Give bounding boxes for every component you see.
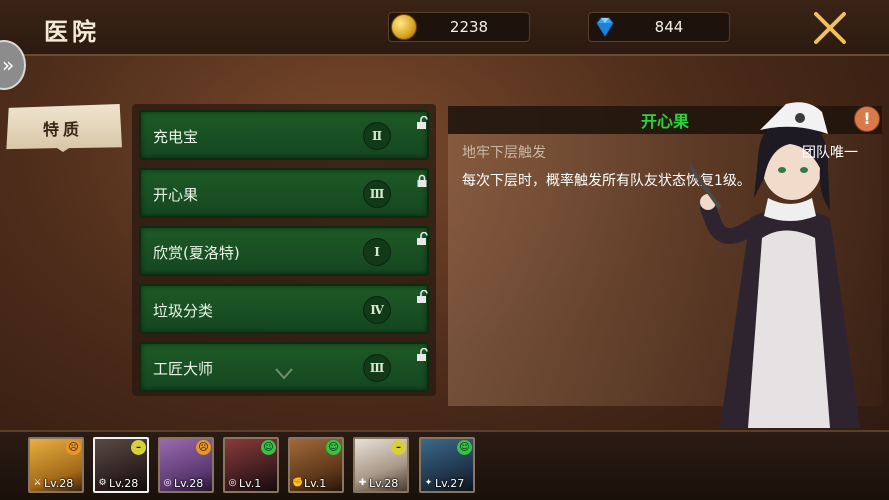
hero-level: Lv.28	[44, 477, 74, 490]
trait-name: 欣赏(夏洛特)	[153, 244, 240, 262]
staff-icon: ✚	[358, 478, 367, 488]
hero-slot-1[interactable]: ⚔ Lv.28 ☹	[28, 437, 84, 493]
page-title: 医院	[44, 18, 100, 46]
double-chevron-right-icon: »	[2, 53, 15, 77]
target-icon: ◎	[163, 478, 172, 488]
trait-item-4[interactable]: 垃圾分类 Ⅳ	[139, 284, 429, 334]
unlock-icon[interactable]	[415, 348, 429, 362]
tab-traits-label: 特质	[42, 120, 83, 139]
hero-slot-5[interactable]: ✊ Lv.1 ☺	[288, 437, 344, 493]
gear-icon: ⚙	[98, 478, 107, 488]
gem-counter: 844	[588, 12, 730, 42]
gem-value: 844	[654, 18, 684, 36]
mood-face-icon: ☺	[326, 440, 341, 455]
hero-level: Lv.27	[435, 477, 465, 490]
target-icon: ◎	[228, 478, 237, 488]
trait-item-2[interactable]: 开心果 Ⅲ	[139, 168, 429, 218]
sword-icon: ⚔	[33, 478, 42, 488]
trait-level-badge: Ⅲ	[363, 180, 391, 208]
unlock-icon[interactable]	[415, 116, 429, 130]
detail-trigger: 地牢下层触发	[462, 145, 546, 161]
hero-slot-3[interactable]: ◎ Lv.28 ☹	[158, 437, 214, 493]
mood-face-icon: –	[131, 440, 146, 455]
scroll-down-chevron-icon	[275, 368, 293, 380]
close-icon[interactable]	[810, 8, 850, 48]
mood-face-icon: ☹	[66, 440, 81, 455]
trait-name: 充电宝	[153, 128, 199, 146]
mood-face-icon: –	[391, 440, 406, 455]
hero-level: Lv.1	[304, 477, 327, 490]
detail-scope: 团队唯一	[802, 145, 858, 161]
hero-slot-7[interactable]: ✦ Lv.27 ☺	[419, 437, 475, 493]
trait-level-badge: Ⅱ	[363, 122, 391, 150]
hero-level: Lv.28	[109, 477, 139, 490]
mood-face-icon: ☺	[457, 440, 472, 455]
hero-level: Lv.1	[239, 477, 262, 490]
alert-info-icon[interactable]: !	[854, 106, 880, 132]
trait-level-badge: Ⅳ	[363, 296, 391, 324]
gold-counter: 2238	[388, 12, 530, 42]
hero-slot-4[interactable]: ◎ Lv.1 ☺	[223, 437, 279, 493]
trait-item-1[interactable]: 充电宝 Ⅱ	[139, 110, 429, 160]
wand-icon: ✦	[424, 478, 433, 488]
gold-value: 2238	[449, 18, 489, 36]
trait-level-badge: Ⅰ	[363, 238, 391, 266]
lock-icon[interactable]	[415, 174, 429, 188]
mood-face-icon: ☺	[261, 440, 276, 455]
hero-slot-2[interactable]: ⚙ Lv.28 –	[93, 437, 149, 493]
trait-level-badge: Ⅲ	[363, 354, 391, 382]
trait-name: 工匠大师	[153, 360, 214, 378]
trait-name: 开心果	[153, 186, 199, 204]
unlock-icon[interactable]	[415, 232, 429, 246]
mood-face-icon: ☹	[196, 440, 211, 455]
trait-name: 垃圾分类	[153, 302, 214, 320]
tab-traits[interactable]: 特质	[6, 104, 122, 152]
hero-level: Lv.28	[369, 477, 399, 490]
fist-icon: ✊	[292, 478, 304, 488]
trait-item-3[interactable]: 欣赏(夏洛特) Ⅰ	[139, 226, 429, 276]
unlock-icon[interactable]	[415, 290, 429, 304]
hero-slot-6[interactable]: ✚ Lv.28 –	[353, 437, 409, 493]
hero-level: Lv.28	[174, 477, 204, 490]
